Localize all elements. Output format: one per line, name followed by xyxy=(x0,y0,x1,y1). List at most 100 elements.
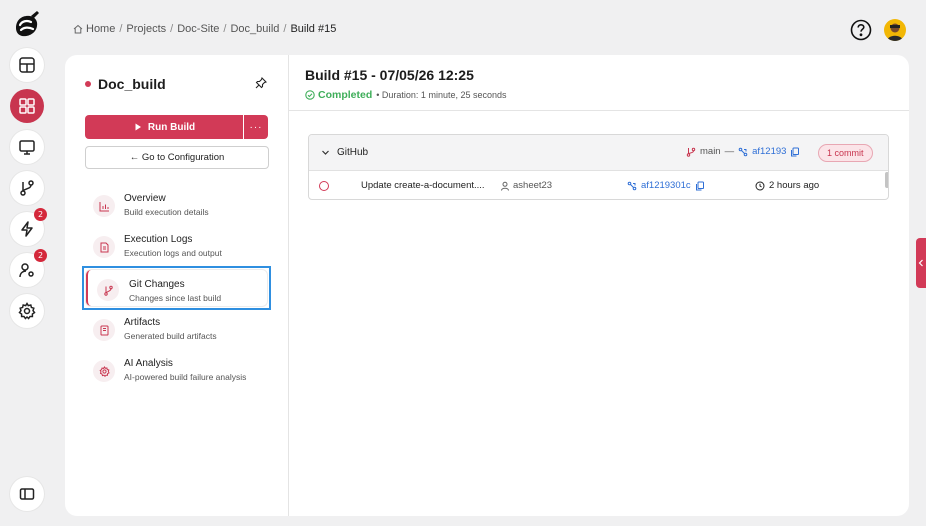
nav-item-subtitle: Execution logs and output xyxy=(124,248,222,258)
nav-item-subtitle: Build execution details xyxy=(124,207,209,217)
lightning-icon xyxy=(21,221,33,237)
status-text: Completed xyxy=(318,89,373,101)
dashboard-icon xyxy=(19,57,35,73)
breadcrumb-doc-site[interactable]: Doc-Site xyxy=(177,23,219,35)
git-changes-panel: GitHub main — af12193 1 commit Update cr… xyxy=(308,134,889,200)
breadcrumb-separator: / xyxy=(283,23,287,35)
nav-item-title: Execution Logs xyxy=(124,234,193,245)
commit-message: Update create-a-document.... xyxy=(361,180,485,191)
dashboard-button[interactable] xyxy=(10,48,44,82)
project-name: Doc_build xyxy=(98,76,166,92)
home-icon xyxy=(73,24,83,34)
nav-item-title: Artifacts xyxy=(124,317,161,328)
chevron-left-icon xyxy=(918,259,923,267)
breadcrumb-projects[interactable]: Projects xyxy=(126,23,166,35)
commit-count-badge: 1 commit xyxy=(818,144,873,162)
build-status-line: Completed • Duration: 1 minute, 25 secon… xyxy=(305,89,507,101)
selected-item-highlight: Git Changes Changes since last build xyxy=(86,270,267,306)
status-badge: Completed xyxy=(305,89,372,101)
chevron-down-icon[interactable] xyxy=(321,148,330,157)
monitor-button[interactable] xyxy=(10,130,44,164)
chart-icon xyxy=(93,195,115,217)
nav-item-ai-analysis[interactable]: AI Analysis AI-powered build failure ana… xyxy=(85,352,269,392)
side-panel-toggle[interactable] xyxy=(916,238,926,288)
breadcrumb-separator: / xyxy=(223,23,227,35)
help-icon[interactable] xyxy=(850,19,872,41)
main-card: Doc_build Run Build ··· ← Go to Configur… xyxy=(65,55,909,516)
nav-item-title: Overview xyxy=(124,193,166,204)
avatar[interactable] xyxy=(884,19,906,41)
user-settings-icon xyxy=(19,263,34,278)
gear-icon xyxy=(93,360,115,382)
settings-icon xyxy=(18,302,36,320)
nav-item-title: Git Changes xyxy=(129,279,185,290)
left-rail: 2 2 xyxy=(0,0,52,526)
settings-button[interactable] xyxy=(10,294,44,328)
run-options-button[interactable]: ··· xyxy=(244,115,268,139)
nav-item-overview[interactable]: Overview Build execution details xyxy=(85,187,269,227)
user-icon xyxy=(501,181,509,191)
head-commit-sha[interactable]: af12193 xyxy=(752,146,786,157)
git-branch-icon xyxy=(97,279,119,301)
file-icon xyxy=(93,236,115,258)
breadcrumb-separator: / xyxy=(119,23,123,35)
copy-icon[interactable] xyxy=(790,147,800,157)
breadcrumb-separator: / xyxy=(170,23,174,35)
app-logo[interactable] xyxy=(10,8,42,42)
run-build-button[interactable]: Run Build xyxy=(85,115,243,139)
branch-separator: — xyxy=(724,146,735,157)
nav-item-subtitle: Generated build artifacts xyxy=(124,331,217,341)
projects-button[interactable] xyxy=(10,89,44,123)
nav-item-title: AI Analysis xyxy=(124,358,173,369)
git-provider-header[interactable]: GitHub main — af12193 1 commit xyxy=(309,135,888,171)
commit-row[interactable]: Update create-a-document.... asheet23 af… xyxy=(309,172,888,199)
go-to-configuration-button[interactable]: ← Go to Configuration xyxy=(85,146,269,169)
triggers-button[interactable]: 2 xyxy=(10,208,47,246)
document-icon xyxy=(93,319,115,341)
check-circle-icon xyxy=(305,90,315,100)
nav-item-execution-logs[interactable]: Execution Logs Execution logs and output xyxy=(85,228,269,268)
monitor-icon xyxy=(19,140,35,155)
project-title: Doc_build xyxy=(85,76,166,92)
user-settings-button[interactable]: 2 xyxy=(10,249,47,287)
notification-badge: 2 xyxy=(34,208,47,221)
user-avatar-icon xyxy=(887,23,903,41)
scrollbar[interactable] xyxy=(885,172,888,188)
commit-link-icon xyxy=(738,147,748,156)
nav-item-subtitle: AI-powered build failure analysis xyxy=(124,372,247,382)
breadcrumb: Home / Projects / Doc-Site / Doc_build /… xyxy=(73,23,336,35)
commit-time-text: 2 hours ago xyxy=(769,180,820,191)
commit-sha[interactable]: af1219301c xyxy=(641,180,691,191)
nav-item-artifacts[interactable]: Artifacts Generated build artifacts xyxy=(85,311,269,351)
sidebar-toggle-button[interactable] xyxy=(10,477,44,511)
clock-icon xyxy=(755,181,765,190)
breadcrumb-home[interactable]: Home xyxy=(86,23,115,35)
play-icon xyxy=(135,123,141,131)
sidebar-toggle-icon xyxy=(19,488,35,500)
nav-item-subtitle: Changes since last build xyxy=(129,293,222,303)
branch-name: main xyxy=(700,146,721,157)
header-divider xyxy=(289,110,909,111)
copy-icon[interactable] xyxy=(695,181,705,191)
git-button[interactable] xyxy=(10,171,44,205)
commit-author-name: asheet23 xyxy=(513,180,553,191)
branch-info: main — af12193 xyxy=(686,146,800,157)
build-header: Build #15 - 07/05/26 12:25 Completed • D… xyxy=(305,67,507,101)
run-build-label: Run Build xyxy=(147,121,196,133)
breadcrumb-doc-build[interactable]: Doc_build xyxy=(230,23,279,35)
build-title: Build #15 - 07/05/26 12:25 xyxy=(305,67,474,83)
build-sidebar: Doc_build Run Build ··· ← Go to Configur… xyxy=(65,55,289,516)
nav-item-git-changes[interactable]: Git Changes Changes since last build xyxy=(82,266,271,310)
grid-icon xyxy=(19,98,35,114)
commit-sha-cell: af1219301c xyxy=(627,180,705,191)
breadcrumb-current: Build #15 xyxy=(290,23,337,35)
git-provider-name: GitHub xyxy=(337,147,369,158)
pin-icon[interactable] xyxy=(255,77,267,89)
git-branch-icon xyxy=(686,147,696,157)
status-dot xyxy=(85,81,91,87)
notification-badge: 2 xyxy=(34,249,47,262)
commit-time: 2 hours ago xyxy=(755,180,819,191)
commit-link-icon xyxy=(627,181,637,190)
commit-author: asheet23 xyxy=(500,180,552,191)
build-duration: • Duration: 1 minute, 25 seconds xyxy=(376,90,507,100)
